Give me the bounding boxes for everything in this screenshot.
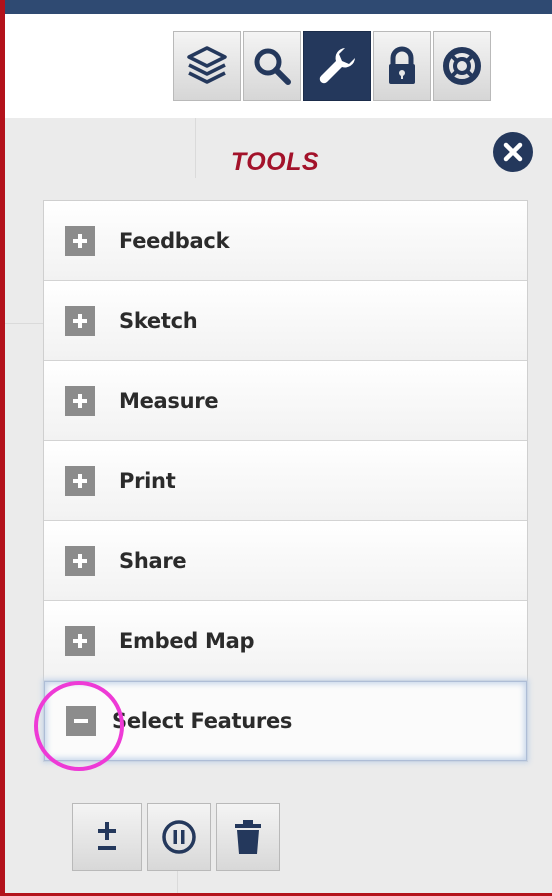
expand-plus-icon[interactable] <box>65 385 95 416</box>
tool-label: Feedback <box>119 228 230 253</box>
tool-feedback[interactable]: Feedback <box>44 201 527 281</box>
panel-title: TOOLS <box>230 148 320 176</box>
layers-button[interactable] <box>173 31 241 101</box>
add-remove-selection-button[interactable] <box>72 803 142 871</box>
tool-share[interactable]: Share <box>44 521 527 601</box>
tool-label: Measure <box>119 388 219 413</box>
tool-label: Embed Map <box>119 628 255 653</box>
search-button[interactable] <box>243 31 301 101</box>
tool-label: Sketch <box>119 308 198 333</box>
lock-button[interactable] <box>373 31 431 101</box>
toolbar <box>173 31 493 101</box>
search-icon <box>254 48 291 85</box>
tools-panel: TOOLS Feedback Sketch Measure Print Shar… <box>5 118 552 893</box>
expand-plus-icon[interactable] <box>65 625 95 656</box>
pause-icon <box>162 820 196 854</box>
collapse-minus-icon[interactable] <box>66 706 96 736</box>
tool-embed-map[interactable]: Embed Map <box>44 601 527 681</box>
map-line <box>5 323 43 324</box>
expand-plus-icon[interactable] <box>65 305 95 336</box>
wrench-icon <box>319 48 355 84</box>
tools-button[interactable] <box>303 31 371 101</box>
help-button[interactable] <box>433 31 491 101</box>
close-button[interactable] <box>493 132 533 172</box>
layers-icon <box>187 46 227 84</box>
select-features-toolbar <box>72 803 283 871</box>
tool-label: Print <box>119 468 176 493</box>
pause-button[interactable] <box>147 803 211 871</box>
tool-measure[interactable]: Measure <box>44 361 527 441</box>
top-header-strip <box>5 0 552 14</box>
tool-label: Select Features <box>112 709 293 733</box>
tool-sketch[interactable]: Sketch <box>44 281 527 361</box>
tool-label: Share <box>119 548 187 573</box>
close-icon <box>503 142 523 162</box>
clear-selection-button[interactable] <box>216 803 280 871</box>
header <box>5 14 552 118</box>
tool-print[interactable]: Print <box>44 441 527 521</box>
tools-list: Feedback Sketch Measure Print Share Embe… <box>43 200 528 762</box>
tool-select-features[interactable]: Select Features <box>44 681 527 761</box>
trash-icon <box>235 820 261 854</box>
expand-plus-icon[interactable] <box>65 465 95 496</box>
expand-plus-icon[interactable] <box>65 225 95 256</box>
lifebuoy-icon <box>443 47 481 85</box>
expand-plus-icon[interactable] <box>65 545 95 576</box>
lock-icon <box>389 46 415 84</box>
plus-minus-icon <box>98 822 116 850</box>
